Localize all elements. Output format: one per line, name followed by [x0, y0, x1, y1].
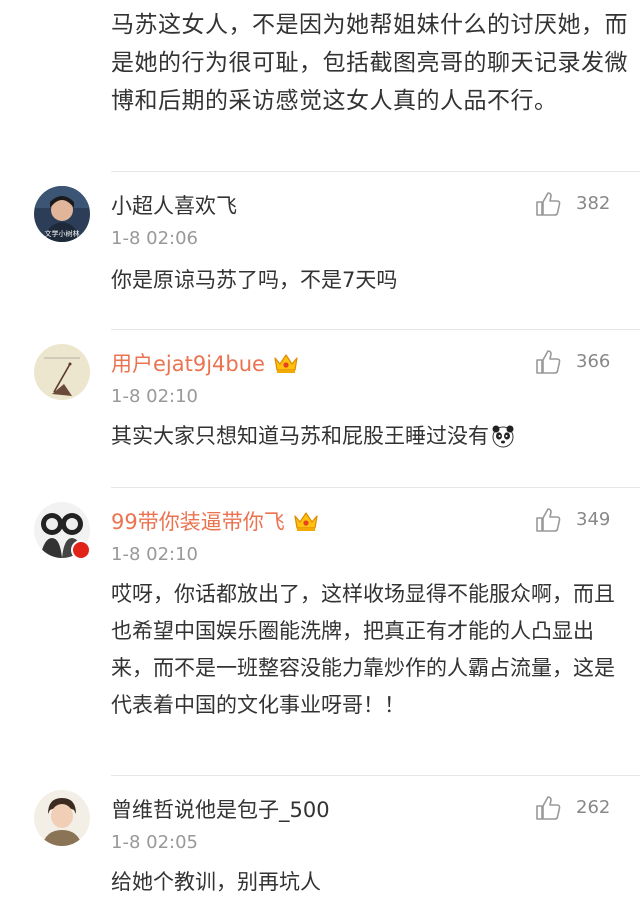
thumbs-up-icon	[536, 350, 561, 374]
comment-text: 哎呀，你话都放出了，这样收场显得不能服众啊，而且也希望中国娱乐圈能洗牌，把真正有…	[111, 582, 615, 717]
avatar-image: 文学小树林	[34, 186, 90, 242]
like-button[interactable]: 262	[534, 794, 614, 822]
like-count: 382	[576, 193, 611, 214]
thumbs-up-icon	[536, 192, 561, 216]
comment-username[interactable]: 曾维哲说他是包子_500	[111, 794, 330, 824]
divider	[111, 171, 640, 172]
panda-emoji-icon	[492, 425, 514, 448]
avatar-image	[34, 344, 90, 400]
comment-time: 1-8 02:05	[111, 832, 198, 853]
like-button[interactable]: 366	[534, 348, 614, 376]
divider	[111, 329, 640, 330]
like-button[interactable]: 349	[534, 506, 614, 534]
comment-username[interactable]: 小超人喜欢飞	[111, 190, 237, 220]
comment-username[interactable]: 99带你装逼带你飞	[111, 506, 319, 536]
comment-text-label: 其实大家只想知道马苏和屁股王睡过没有	[111, 424, 489, 448]
avatar-image	[34, 790, 90, 846]
comment-time: 1-8 02:06	[111, 228, 198, 249]
comment-text: 你是原谅马苏了吗，不是7天吗	[111, 268, 398, 292]
comment-text: 给她个教训，别再坑人	[111, 870, 321, 894]
comment-username[interactable]: 用户ejat9j4bue	[111, 348, 299, 378]
svg-text:文学小树林: 文学小树林	[45, 229, 80, 238]
username-label: 99带你装逼带你飞	[111, 510, 285, 534]
thumbs-up-icon	[536, 796, 561, 820]
like-count: 366	[576, 351, 611, 372]
comment-time: 1-8 02:10	[111, 544, 198, 565]
divider	[111, 487, 640, 488]
avatar[interactable]	[34, 790, 90, 846]
avatar[interactable]: 文学小树林	[34, 186, 90, 242]
vip-crown-icon	[274, 354, 298, 373]
top-comment-text: 马苏这女人，不是因为她帮姐妹什么的讨厌她，而是她的行为很可耻，包括截图亮哥的聊天…	[111, 12, 628, 114]
verified-badge	[71, 540, 91, 560]
divider	[111, 775, 640, 776]
like-count: 262	[576, 797, 611, 818]
like-button[interactable]: 382	[534, 190, 614, 218]
vip-crown-icon	[294, 512, 318, 531]
comment-text: 其实大家只想知道马苏和屁股王睡过没有	[111, 418, 631, 455]
thumbs-up-icon	[536, 508, 561, 532]
avatar[interactable]	[34, 344, 90, 400]
comment-time: 1-8 02:10	[111, 386, 198, 407]
username-label: 用户ejat9j4bue	[111, 352, 265, 376]
like-count: 349	[576, 509, 611, 530]
